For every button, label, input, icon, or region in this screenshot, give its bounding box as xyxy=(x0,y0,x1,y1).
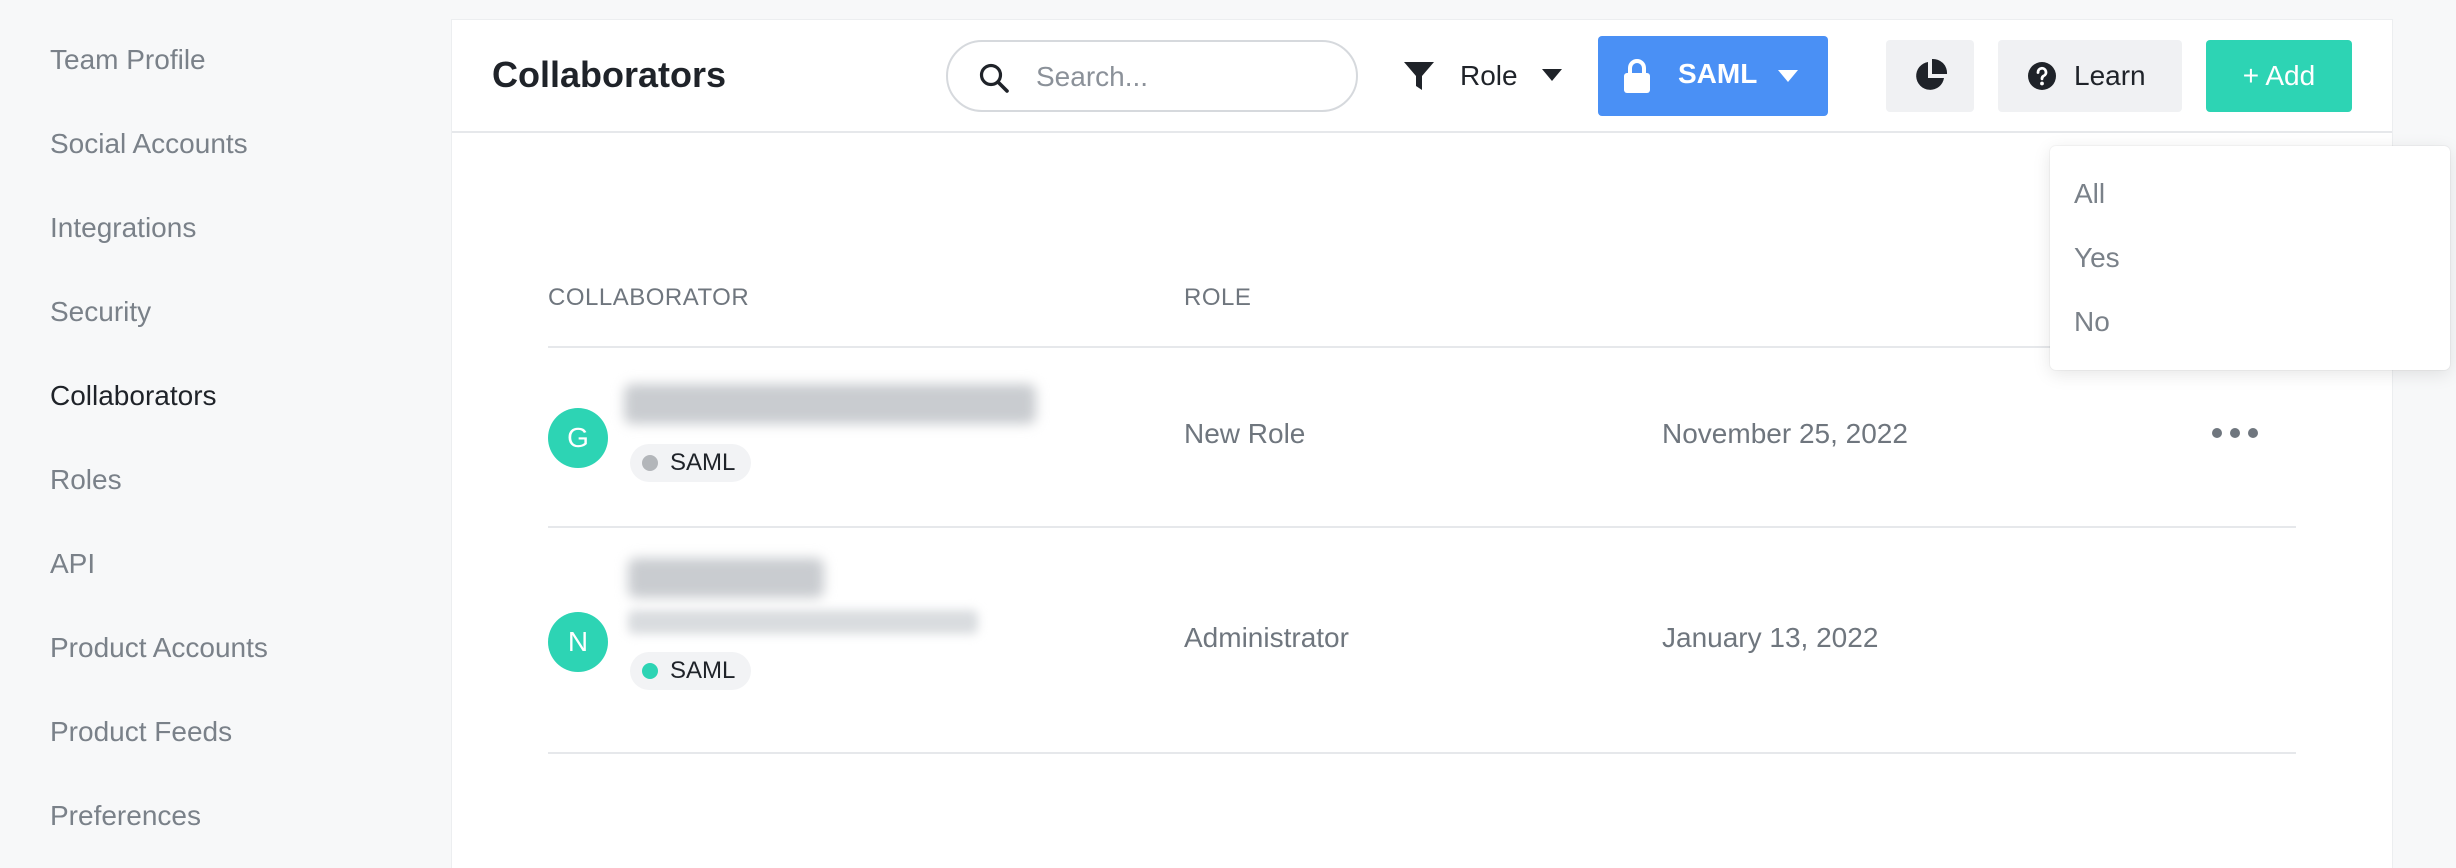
sidebar-item-product-accounts[interactable]: Product Accounts xyxy=(50,632,268,664)
dropdown-option-yes[interactable]: Yes xyxy=(2074,242,2120,274)
lock-icon xyxy=(1624,59,1650,93)
dropdown-option-no[interactable]: No xyxy=(2074,306,2110,338)
chevron-down-icon xyxy=(1778,70,1798,82)
column-header-collaborator: COLLABORATOR xyxy=(548,284,750,311)
date-cell: November 25, 2022 xyxy=(1662,418,1908,449)
row-divider xyxy=(548,752,2296,754)
saml-status-badge: SAML xyxy=(630,652,752,690)
saml-badge-label: SAML xyxy=(670,657,736,684)
status-dot xyxy=(642,455,658,471)
more-options-icon[interactable] xyxy=(2212,424,2260,444)
search-icon xyxy=(979,63,1009,93)
column-header-role: ROLE xyxy=(1184,284,1252,311)
dropdown-option-all[interactable]: All xyxy=(2074,178,2105,210)
question-circle-icon xyxy=(2028,62,2056,90)
chevron-down-icon xyxy=(1541,69,1562,81)
sidebar-item-product-feeds[interactable]: Product Feeds xyxy=(50,716,232,748)
collaborators-panel: Collaborators Role SAML xyxy=(452,20,2450,868)
settings-sidebar: Team Profile Social Accounts Integration… xyxy=(0,0,452,868)
row-divider xyxy=(548,346,2296,348)
learn-label: Learn xyxy=(2074,60,2146,91)
saml-status-badge: SAML xyxy=(630,444,752,482)
role-filter-button[interactable]: Role xyxy=(1402,56,1562,96)
sidebar-item-security[interactable]: Security xyxy=(50,296,151,328)
sidebar-item-integrations[interactable]: Integrations xyxy=(50,212,196,244)
page-title: Collaborators xyxy=(492,54,727,95)
role-filter-label: Role xyxy=(1460,60,1518,91)
sidebar-item-collaborators[interactable]: Collaborators xyxy=(50,380,217,412)
add-collaborator-button[interactable]: + Add xyxy=(2206,40,2352,112)
stats-button[interactable] xyxy=(1886,40,1974,112)
status-dot xyxy=(642,663,658,679)
avatar: G xyxy=(548,408,608,468)
panel-header: Collaborators Role SAML xyxy=(452,20,2392,133)
date-cell: January 13, 2022 xyxy=(1662,622,1879,653)
redacted-name xyxy=(628,558,824,598)
role-cell: New Role xyxy=(1184,418,1306,449)
search-box[interactable] xyxy=(946,40,1358,112)
pie-chart-icon xyxy=(1916,58,1948,90)
sidebar-item-preferences[interactable]: Preferences xyxy=(50,800,201,832)
learn-button[interactable]: Learn xyxy=(1998,40,2182,112)
sidebar-item-social-accounts[interactable]: Social Accounts xyxy=(50,128,248,160)
search-input[interactable] xyxy=(1036,54,1336,100)
saml-badge-label: SAML xyxy=(670,449,736,476)
saml-filter-button[interactable]: SAML xyxy=(1598,36,1828,116)
role-cell: Administrator xyxy=(1184,622,1349,653)
sidebar-item-roles[interactable]: Roles xyxy=(50,464,122,496)
saml-filter-label: SAML xyxy=(1678,58,1758,89)
funnel-icon xyxy=(1404,62,1434,90)
sidebar-item-api[interactable]: API xyxy=(50,548,95,580)
saml-filter-dropdown: All Yes No xyxy=(2050,146,2450,370)
sidebar-item-team-profile[interactable]: Team Profile xyxy=(50,44,206,76)
row-divider xyxy=(548,526,2296,528)
redacted-email xyxy=(628,610,978,634)
avatar: N xyxy=(548,612,608,672)
redacted-email xyxy=(624,384,1036,424)
